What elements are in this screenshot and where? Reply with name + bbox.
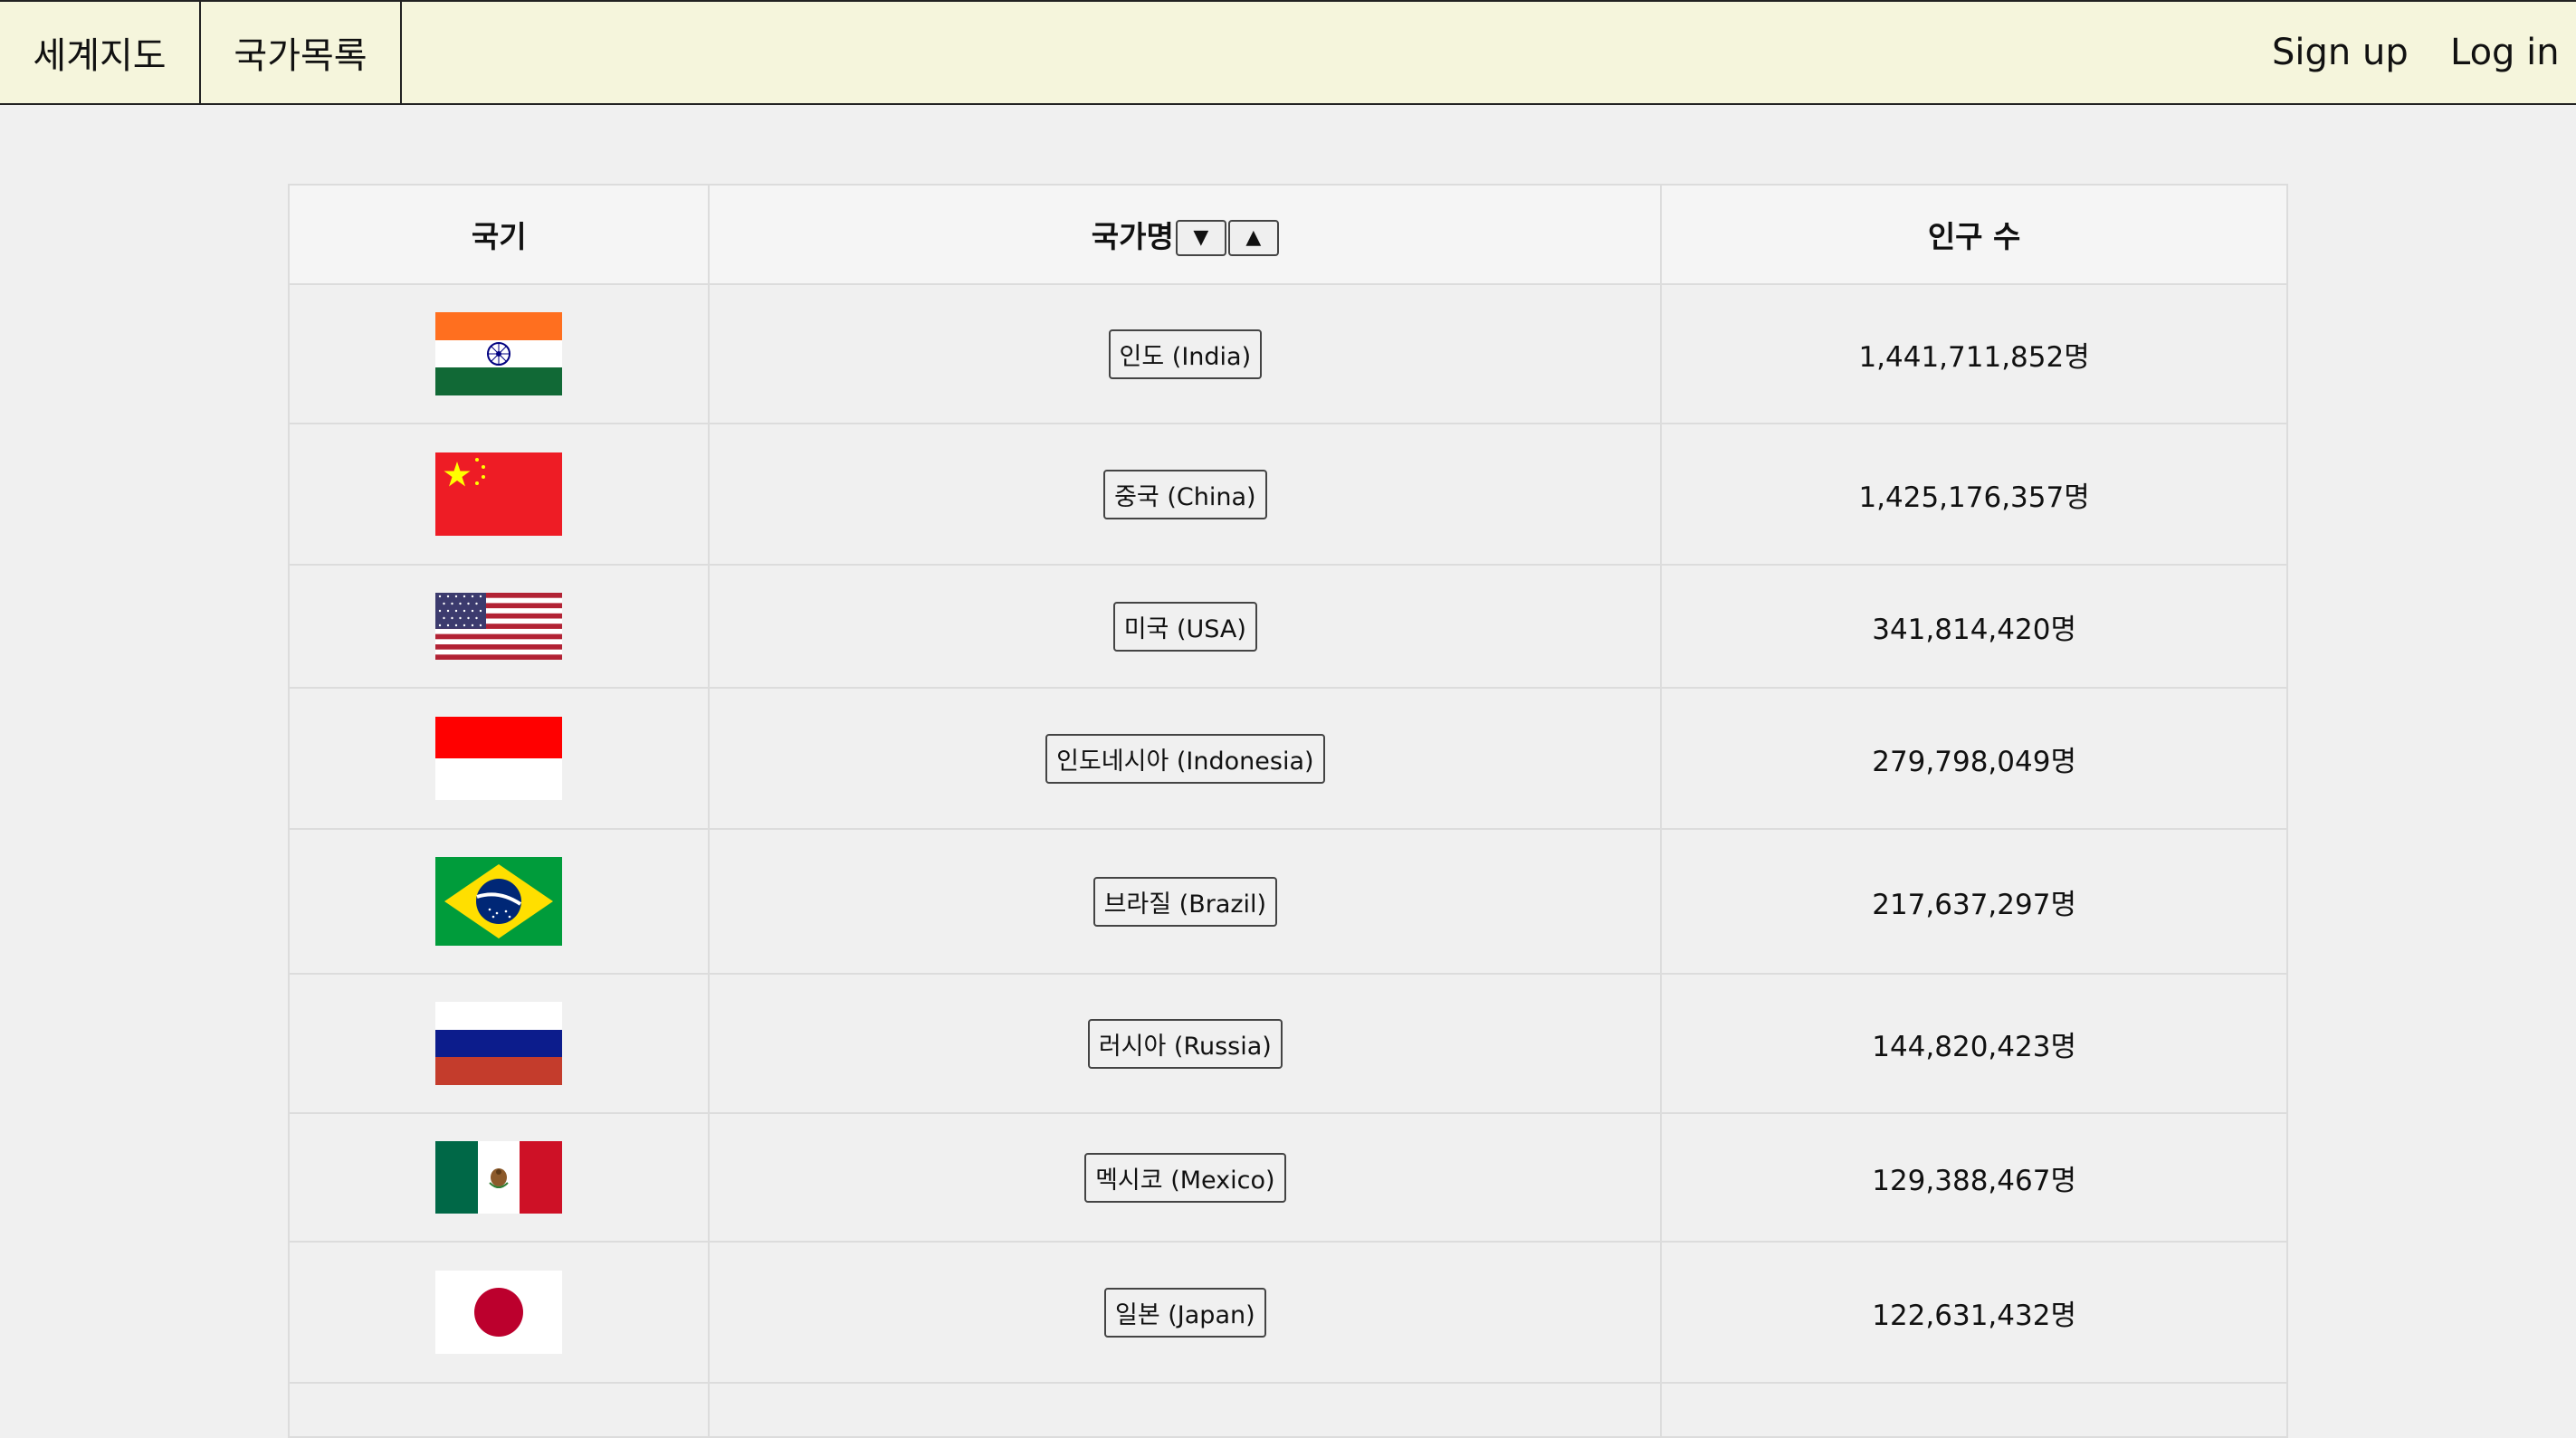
sort-descending-button[interactable]: ▼	[1175, 220, 1226, 257]
flag-cell	[287, 1241, 711, 1384]
table-row: 인도네시아 (Indonesia) 279,798,049명	[287, 687, 2288, 830]
table-header-row: 국기 국가명 ▼ ▲ 인구 수	[287, 184, 2288, 285]
country-name-button[interactable]: 멕시코 (Mexico)	[1084, 1152, 1286, 1203]
indonesia-flag-icon	[435, 717, 563, 800]
country-name-button[interactable]: 인도 (India)	[1108, 329, 1263, 379]
india-flag-icon	[435, 312, 563, 395]
nav-country-list[interactable]: 국가목록	[201, 2, 402, 103]
country-name-button[interactable]: 인도네시아 (Indonesia)	[1045, 733, 1325, 784]
flag-cell	[287, 283, 711, 424]
flag-cell	[287, 423, 711, 566]
russia-flag-icon	[435, 1002, 563, 1085]
flag-cell	[287, 973, 711, 1114]
table-row: 러시아 (Russia) 144,820,423명	[287, 973, 2288, 1114]
flag-cell	[287, 1112, 711, 1243]
name-cell: 미국 (USA)	[708, 564, 1663, 689]
flag-cell	[287, 687, 711, 830]
header-population: 인구 수	[1660, 184, 2288, 285]
sort-ascending-button[interactable]: ▲	[1227, 220, 1279, 257]
table-row	[287, 1382, 2288, 1438]
table-row: 멕시코 (Mexico) 129,388,467명	[287, 1112, 2288, 1243]
table-row: 일본 (Japan) 122,631,432명	[287, 1241, 2288, 1384]
brazil-flag-icon	[435, 857, 563, 946]
country-name-button[interactable]: 브라질 (Brazil)	[1092, 876, 1278, 927]
name-cell: 러시아 (Russia)	[708, 973, 1663, 1114]
population-cell: 129,388,467명	[1660, 1112, 2288, 1243]
population-cell: 122,631,432명	[1660, 1241, 2288, 1384]
flag-cell	[287, 564, 711, 689]
table-row: 미국 (USA) 341,814,420명	[287, 564, 2288, 689]
population-cell: 144,820,423명	[1660, 973, 2288, 1114]
table-row: 브라질 (Brazil) 217,637,297명	[287, 828, 2288, 975]
mexico-flag-icon	[435, 1141, 563, 1214]
name-cell: 멕시코 (Mexico)	[708, 1112, 1663, 1243]
top-navbar: 세계지도 국가목록 Sign up Log in	[0, 0, 2576, 105]
country-name-button[interactable]: 중국 (China)	[1103, 469, 1267, 519]
population-cell: 217,637,297명	[1660, 828, 2288, 975]
header-country-name: 국가명 ▼ ▲	[708, 184, 1663, 285]
population-cell: 341,814,420명	[1660, 564, 2288, 689]
sign-up-link[interactable]: Sign up	[2272, 2, 2409, 103]
table-row: 인도 (India) 1,441,711,852명	[287, 283, 2288, 424]
nav-world-map[interactable]: 세계지도	[0, 2, 201, 103]
country-name-button[interactable]: 미국 (USA)	[1112, 601, 1257, 652]
china-flag-icon	[435, 452, 563, 536]
flag-cell	[287, 828, 711, 975]
name-cell: 중국 (China)	[708, 423, 1663, 566]
population-cell: 1,441,711,852명	[1660, 283, 2288, 424]
population-cell: 1,425,176,357명	[1660, 423, 2288, 566]
name-cell: 인도 (India)	[708, 283, 1663, 424]
usa-flag-icon	[435, 593, 563, 660]
log-in-link[interactable]: Log in	[2450, 2, 2560, 103]
table-row: 중국 (China) 1,425,176,357명	[287, 423, 2288, 566]
name-cell: 브라질 (Brazil)	[708, 828, 1663, 975]
country-name-button[interactable]: 일본 (Japan)	[1104, 1287, 1266, 1338]
country-table: 국기 국가명 ▼ ▲ 인구 수 인도 (India) 1,441,711,852…	[287, 184, 2288, 1438]
header-country-name-label: 국가명	[1091, 218, 1174, 254]
country-name-button[interactable]: 러시아 (Russia)	[1087, 1018, 1283, 1069]
population-cell: 279,798,049명	[1660, 687, 2288, 830]
name-cell: 인도네시아 (Indonesia)	[708, 687, 1663, 830]
japan-flag-icon	[435, 1271, 563, 1354]
name-cell: 일본 (Japan)	[708, 1241, 1663, 1384]
header-flag: 국기	[287, 184, 711, 285]
